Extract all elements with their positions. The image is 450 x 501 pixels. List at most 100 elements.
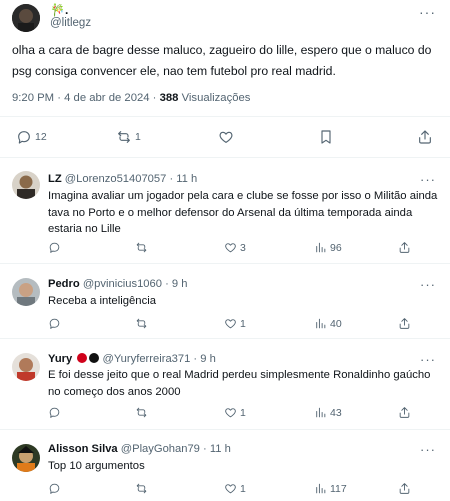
avatar-image <box>12 444 40 472</box>
reply-header: LZ @Lorenzo51407057 · 11 h <box>48 173 197 185</box>
reply-author-name[interactable]: Yury <box>48 353 72 365</box>
avatar-image <box>12 353 40 381</box>
reply-button[interactable] <box>48 482 64 495</box>
author-handle[interactable]: @litlegz <box>50 17 91 29</box>
reply-icon <box>49 407 60 418</box>
divider <box>0 116 450 117</box>
like-count: 1 <box>240 406 246 419</box>
reply-button[interactable] <box>48 317 64 330</box>
author-avatar[interactable] <box>12 4 40 32</box>
repost-button[interactable] <box>135 406 151 419</box>
reply-icon <box>18 131 30 144</box>
views-button[interactable]: 117 <box>314 482 347 495</box>
heart-icon <box>225 408 236 418</box>
views-label: Visualizações <box>178 92 251 104</box>
heart-icon <box>225 319 236 329</box>
main-post: 🎋. @litlegz ··· olha a cara de bagre des… <box>0 0 450 158</box>
post-timestamp[interactable]: 9:20 PM · 4 de abr de 2024 · <box>12 92 160 104</box>
repost-icon <box>136 318 147 329</box>
like-button[interactable]: 1 <box>224 482 246 495</box>
reply-text: Imagina avaliar um jogador pela cara e c… <box>48 190 438 235</box>
reply-author-name[interactable]: LZ <box>48 173 62 185</box>
reply-actions: 1 43 <box>0 406 450 424</box>
post-meta: 9:20 PM · 4 de abr de 2024 · 388 Visuali… <box>12 92 250 104</box>
share-button[interactable] <box>398 317 414 330</box>
reply-icon <box>49 318 60 329</box>
heart-icon <box>225 484 236 494</box>
views-chart-icon <box>316 318 326 329</box>
reply-avatar[interactable] <box>12 171 40 199</box>
reply-author-name[interactable]: Pedro <box>48 278 80 290</box>
bookmark-button[interactable] <box>318 129 337 145</box>
author-display-name[interactable]: 🎋. <box>50 3 68 17</box>
more-options-icon[interactable]: ··· <box>419 4 436 20</box>
reply-button[interactable] <box>48 406 64 419</box>
repost-icon <box>118 131 130 143</box>
more-options-icon[interactable]: ··· <box>420 172 436 187</box>
reply-time[interactable]: · 9 h <box>162 278 187 290</box>
reply-count: 12 <box>35 131 47 143</box>
reply-avatar[interactable] <box>12 444 40 472</box>
share-icon <box>419 130 431 144</box>
views-button[interactable]: 96 <box>314 241 342 254</box>
more-options-icon[interactable]: ··· <box>420 277 436 292</box>
repost-button[interactable] <box>135 241 151 254</box>
share-button[interactable] <box>398 241 414 254</box>
red-circle-emoji-icon <box>77 353 88 363</box>
repost-count: 1 <box>135 131 141 143</box>
views-count: 96 <box>330 241 342 254</box>
share-icon <box>399 407 410 418</box>
reply-text: Receba a inteligência <box>48 295 157 307</box>
reply-author-handle[interactable]: @Lorenzo51407057 <box>62 173 167 185</box>
reply-button[interactable]: 12 <box>16 129 47 145</box>
repost-icon <box>136 483 147 494</box>
reply-item[interactable]: LZ @Lorenzo51407057 · 11 h ··· Imagina a… <box>0 158 450 264</box>
reply-avatar[interactable] <box>12 353 40 381</box>
avatar-image <box>12 278 40 306</box>
more-options-icon[interactable]: ··· <box>420 442 436 457</box>
views-chart-icon <box>316 483 326 494</box>
views-chart-icon <box>316 407 326 418</box>
views-button[interactable]: 43 <box>314 406 342 419</box>
reply-text: E foi desse jeito que o real Madrid perd… <box>48 369 431 398</box>
like-button[interactable]: 1 <box>224 406 246 419</box>
views-chart-icon <box>316 242 326 253</box>
views-count: 40 <box>330 317 342 330</box>
reply-button[interactable] <box>48 241 64 254</box>
reply-icon <box>49 242 60 253</box>
reply-item[interactable]: Yury @Yuryferreira371 · 9 h ··· E foi de… <box>0 339 450 430</box>
reply-text: Top 10 argumentos <box>48 460 145 472</box>
like-button[interactable] <box>218 129 237 145</box>
repost-button[interactable] <box>135 482 151 495</box>
reply-author-handle[interactable]: @pvinicius1060 <box>80 278 162 290</box>
share-button[interactable] <box>398 406 414 419</box>
more-options-icon[interactable]: ··· <box>420 352 436 367</box>
reply-time[interactable]: · 9 h <box>190 353 215 365</box>
like-count: 3 <box>240 241 246 254</box>
like-button[interactable]: 3 <box>224 241 246 254</box>
avatar-image <box>12 4 40 32</box>
repost-icon <box>136 407 147 418</box>
reply-avatar[interactable] <box>12 278 40 306</box>
reply-author-handle[interactable]: @Yuryferreira371 <box>99 353 190 365</box>
heart-icon <box>225 243 236 253</box>
reply-author-name[interactable]: Alisson Silva <box>48 443 118 455</box>
post-text: olha a cara de bagre desse maluco, zague… <box>12 43 432 78</box>
reply-author-handle[interactable]: @PlayGohan79 <box>118 443 200 455</box>
share-icon <box>399 242 410 253</box>
reply-actions: 1 40 <box>0 317 450 335</box>
reply-header: Pedro @pvinicius1060 · 9 h <box>48 278 187 290</box>
share-button[interactable] <box>417 129 436 145</box>
like-button[interactable]: 1 <box>224 317 246 330</box>
views-button[interactable]: 40 <box>314 317 342 330</box>
reply-time[interactable]: · 11 h <box>200 443 231 455</box>
reply-icon <box>49 483 60 494</box>
reply-item[interactable]: Alisson Silva @PlayGohan79 · 11 h ··· To… <box>0 430 450 501</box>
reply-time[interactable]: · 11 h <box>166 173 197 185</box>
reply-item[interactable]: Pedro @pvinicius1060 · 9 h ··· Receba a … <box>0 264 450 339</box>
share-button[interactable] <box>398 482 414 495</box>
repost-button[interactable]: 1 <box>116 129 141 145</box>
post-actions: 12 1 <box>0 125 450 149</box>
reply-header: Alisson Silva @PlayGohan79 · 11 h <box>48 443 231 455</box>
repost-button[interactable] <box>135 317 151 330</box>
